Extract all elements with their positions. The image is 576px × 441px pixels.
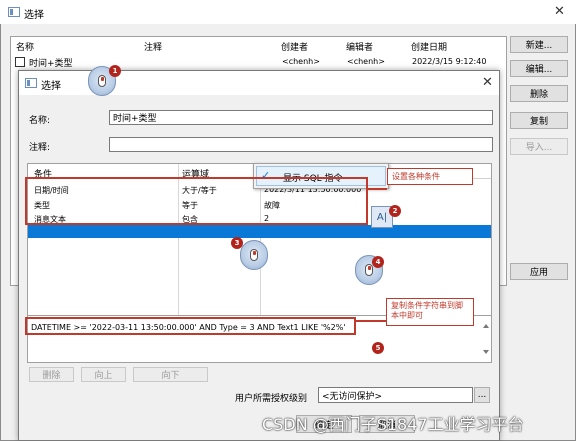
dialog-close-icon[interactable]: ✕ [482,75,493,90]
browse-button[interactable]: ... [474,387,490,403]
outer-close-icon[interactable]: ✕ [554,4,565,19]
mouse-icon [98,75,106,87]
callout-connector [368,188,387,190]
delete-button[interactable]: 删除 [510,85,568,102]
callout-set-conditions: 设置各种条件 [387,168,473,185]
row-name: 时间+类型 [29,59,73,69]
col-header-comment[interactable]: 注释 [144,40,162,53]
callout-connector [356,320,386,322]
move-up-button[interactable]: 向上 [81,367,126,382]
name-label: 名称: [29,116,51,126]
col-header-name[interactable]: 名称 [16,40,34,53]
click-indicator-icon [240,240,268,270]
col-header-date[interactable]: 创建日期 [411,40,447,53]
import-button[interactable]: 导入... [510,138,568,155]
scroll-down-icon[interactable] [483,350,489,354]
row-checkbox[interactable] [15,57,25,67]
dialog-title: 选择 [41,81,61,92]
comment-label: 注释: [29,143,51,153]
name-field[interactable]: 时间+类型 [109,110,493,125]
step-number-badge: 3 [231,237,243,249]
callout-copy-sql: 复制条件字符串到脚本中即可 [386,298,474,326]
row-editor: <chenh> [347,57,385,66]
step-number-badge: 5 [372,342,384,354]
delete-condition-button[interactable]: 删除 [29,367,74,382]
col-header-editor[interactable]: 编辑者 [346,40,373,53]
new-button[interactable]: 新建... [510,36,568,53]
step-number-badge: 2 [389,205,401,217]
scroll-up-icon[interactable] [483,324,489,328]
auth-level-label: 用户所需授权级别 [235,394,308,404]
mouse-icon [250,249,258,261]
comment-field[interactable] [109,137,493,152]
step-number-badge: 1 [109,65,121,77]
apply-button[interactable]: 应用 [510,263,568,280]
col-header-creator[interactable]: 创建者 [281,40,308,53]
edit-button[interactable]: 编辑... [510,60,568,77]
list-row[interactable]: 时间+类型 <chenh> <chenh> 2022/3/15 9:12:40 [11,54,506,69]
move-down-button[interactable]: 向下 [133,367,208,382]
copy-button[interactable]: 复制 [510,112,568,129]
table-row-selected[interactable] [28,225,491,238]
mouse-icon [365,264,373,276]
auth-level-field[interactable]: <无访问保护> [318,387,473,403]
outer-title: 选择 [24,10,44,21]
step-number-badge: 4 [372,256,384,268]
row-creator: <chenh> [282,57,320,66]
outer-titlebar: 选择 ✕ [0,0,576,24]
conditions-highlight [25,177,368,225]
dialog-icon [25,78,37,88]
sql-highlight [25,317,356,335]
watermark: CSDN @西门子S1847工业学习平台 [262,415,524,434]
row-date: 2022/3/15 9:12:40 [412,57,487,66]
window-icon [8,7,20,17]
